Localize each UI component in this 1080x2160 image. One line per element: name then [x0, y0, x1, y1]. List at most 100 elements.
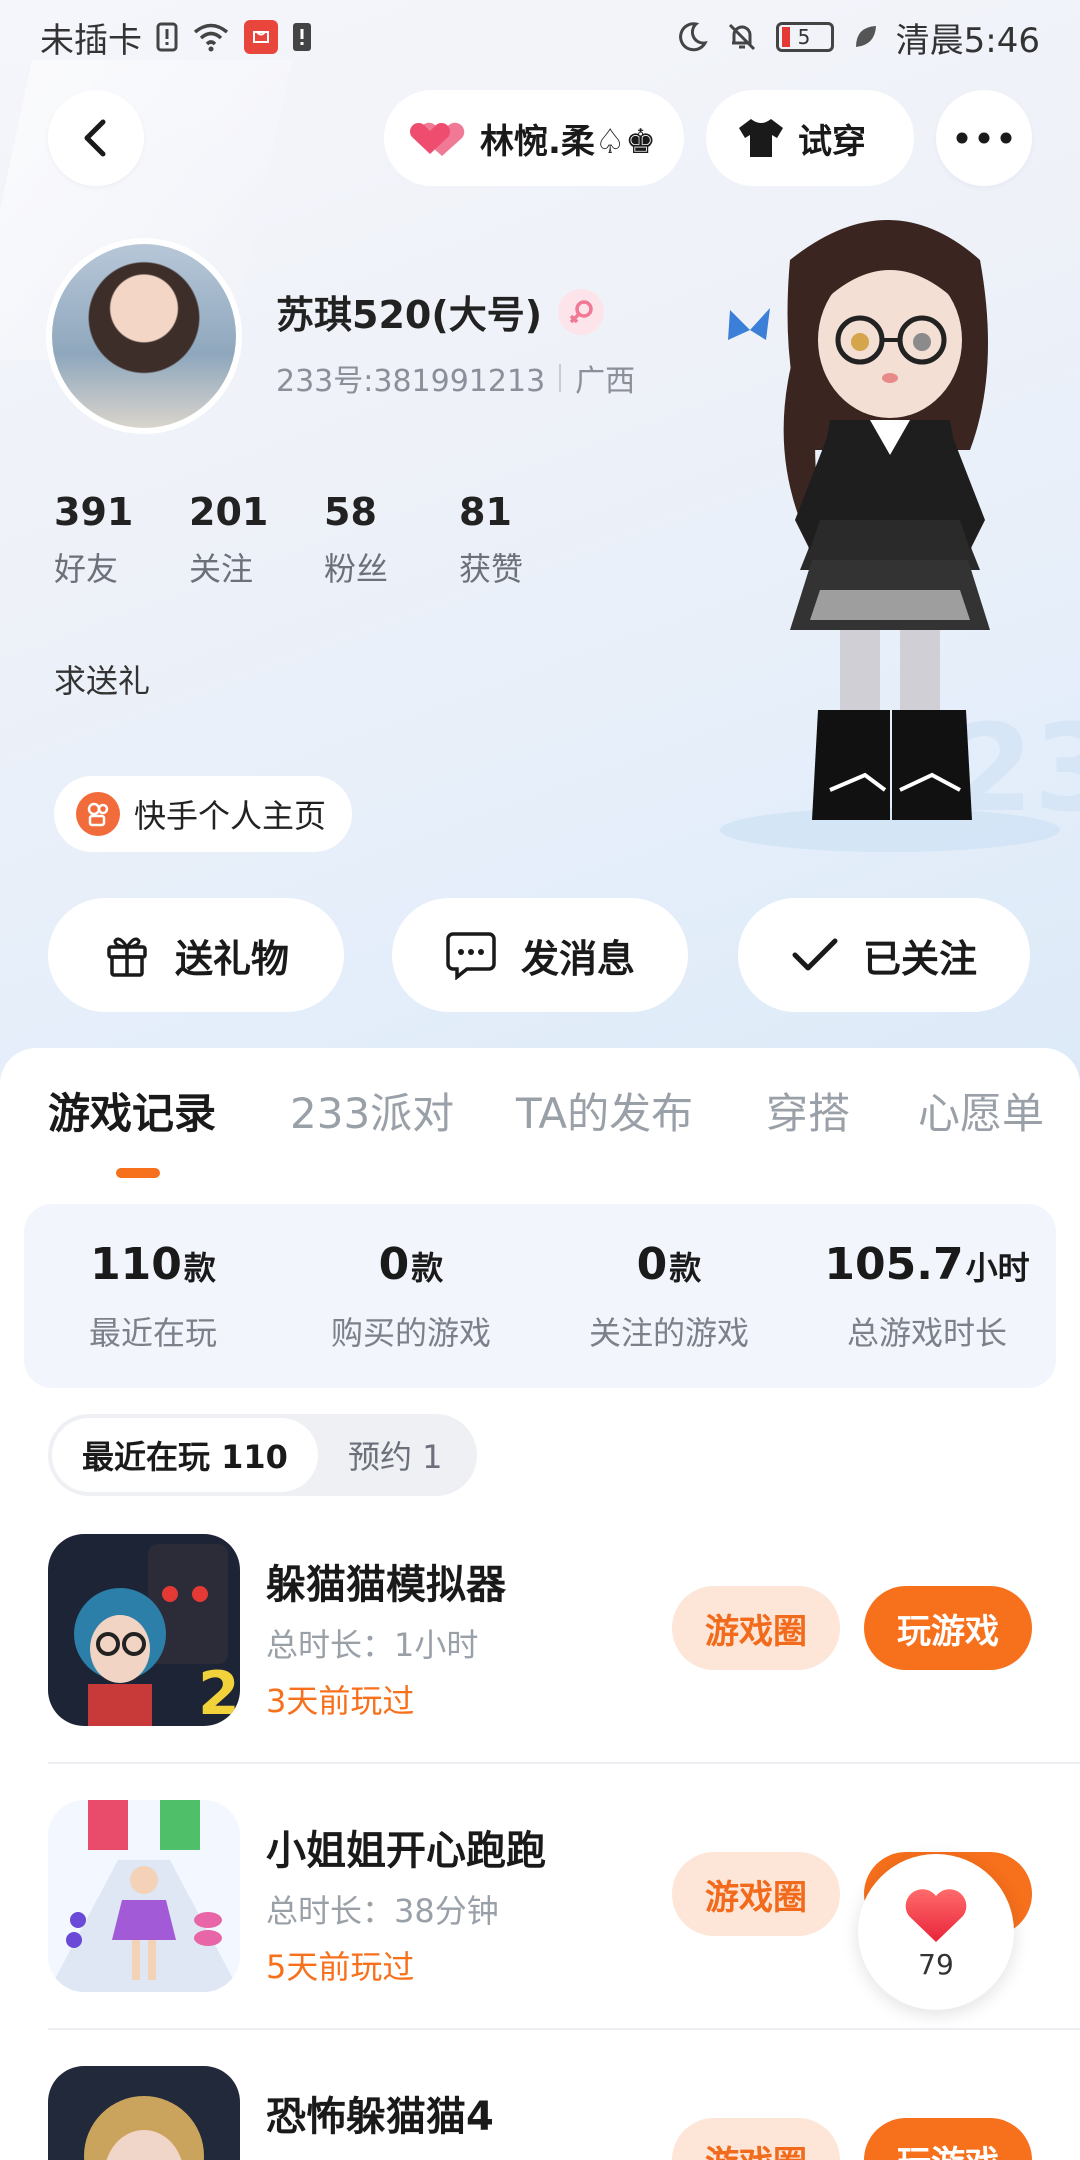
summary-unit: 款 — [183, 1248, 216, 1287]
summary-followed[interactable]: 0款 关注的游戏 — [540, 1204, 798, 1388]
leaf-icon — [852, 23, 878, 51]
profile-stats: 391 好友 201 关注 58 粉丝 81 获赞 — [40, 490, 580, 590]
carrier-text: 未插卡 — [40, 20, 142, 61]
summary-value: 0 — [636, 1238, 668, 1290]
game-duration: 总时长：9分钟 — [266, 2152, 478, 2160]
female-icon — [558, 288, 605, 335]
tab-game-records[interactable]: 游戏记录 — [48, 1080, 216, 1141]
summary-value: 0 — [378, 1238, 410, 1290]
user-bio: 求送礼 — [54, 662, 151, 700]
summary-value: 110 — [90, 1238, 182, 1290]
summary-label: 总游戏时长 — [846, 1313, 1007, 1352]
user-id: 233号:381991213 — [276, 364, 546, 399]
sim-alert-icon — [156, 22, 178, 52]
game-icon-horror-hide-seek — [48, 2066, 240, 2160]
summary-unit: 小时 — [965, 1248, 1030, 1287]
summary-unit: 款 — [411, 1248, 444, 1287]
double-heart-icon — [409, 122, 465, 156]
stat-value: 81 — [459, 490, 512, 534]
game-row[interactable]: 恐怖躲猫猫4 总时长：9分钟 游戏圈 玩游戏 — [48, 2066, 1080, 2160]
row-divider — [48, 1762, 1080, 1764]
summary-purchased[interactable]: 0款 购买的游戏 — [282, 1204, 540, 1388]
gift-icon — [107, 937, 147, 977]
tab-wishlist[interactable]: 心愿单 — [918, 1080, 1044, 1141]
stat-fans[interactable]: 58 粉丝 — [310, 490, 445, 590]
kuaishou-icon — [76, 792, 120, 836]
tab-outfits[interactable]: 穿搭 — [766, 1080, 850, 1141]
stat-value: 391 — [54, 490, 134, 534]
heart-icon — [905, 1888, 967, 1942]
summary-total-time[interactable]: 105.7 小时 总游戏时长 — [798, 1204, 1056, 1388]
more-dots-icon — [956, 132, 1012, 144]
followed-label: 已关注 — [862, 936, 977, 981]
active-tab-indicator — [116, 1168, 160, 1178]
game-last-played: 5天前玩过 — [266, 1948, 415, 1986]
game-icon-happy-run — [48, 1800, 240, 1992]
game-icon-hide-seek-sim: 2 — [48, 1534, 240, 1726]
summary-label: 最近在玩 — [88, 1313, 217, 1352]
game-circle-button[interactable]: 游戏圈 — [672, 2118, 840, 2160]
row-divider — [48, 2028, 1080, 2030]
avatar-3d-figure[interactable]: 233 — [700, 190, 1080, 870]
send-gift-button[interactable]: 送礼物 — [48, 898, 344, 1012]
profile-tabs: 游戏记录 233派对 TA的发布 穿搭 心愿单 — [0, 1080, 1080, 1190]
more-button[interactable] — [936, 90, 1032, 186]
like-count: 79 — [918, 1947, 954, 1981]
summary-label: 购买的游戏 — [330, 1313, 491, 1352]
message-bubble-icon — [446, 932, 496, 980]
user-region: 广西 — [575, 364, 636, 399]
back-button[interactable] — [48, 90, 144, 186]
stat-value: 201 — [189, 490, 269, 534]
stat-likes[interactable]: 81 获赞 — [445, 490, 580, 590]
tab-233-party[interactable]: 233派对 — [290, 1080, 454, 1141]
huawei-app-icon — [244, 20, 278, 54]
chevron-left-icon — [84, 119, 106, 157]
send-gift-label: 送礼物 — [174, 936, 289, 981]
summary-value: 105.7 — [824, 1238, 964, 1290]
game-circle-button[interactable]: 游戏圈 — [672, 1586, 840, 1670]
game-last-played: 3天前玩过 — [266, 1682, 415, 1720]
status-bar: 未插卡 5 清晨5:46 — [0, 0, 1080, 74]
game-title: 恐怖躲猫猫4 — [266, 2094, 494, 2140]
floating-like-button[interactable]: 79 — [858, 1854, 1014, 2010]
play-game-button[interactable]: 玩游戏 — [864, 2118, 1032, 2160]
id-divider — [559, 364, 562, 392]
stat-value: 58 — [324, 490, 377, 534]
stat-label: 关注 — [189, 550, 254, 588]
battery-icon: 5 — [775, 22, 834, 52]
followed-button[interactable]: 已关注 — [738, 898, 1030, 1012]
game-duration: 总时长：1小时 — [266, 1626, 479, 1664]
wifi-icon — [192, 22, 230, 52]
moon-icon — [676, 21, 708, 53]
game-row[interactable]: 2 躲猫猫模拟器 总时长：1小时 3天前玩过 游戏圈 玩游戏 — [48, 1534, 1080, 1726]
stat-label: 获赞 — [459, 550, 524, 588]
user-avatar[interactable] — [46, 238, 242, 434]
svg-text:2: 2 — [198, 1659, 240, 1726]
play-game-button[interactable]: 玩游戏 — [864, 1586, 1032, 1670]
game-circle-button[interactable]: 游戏圈 — [672, 1852, 840, 1936]
stat-label: 好友 — [54, 550, 119, 588]
kuaishou-label: 快手个人主页 — [134, 797, 327, 835]
game-title: 躲猫猫模拟器 — [266, 1562, 506, 1608]
summary-recent[interactable]: 110 款 最近在玩 — [24, 1204, 282, 1388]
segment-recent-playing[interactable]: 最近在玩 110 — [52, 1418, 318, 1492]
sim-alert-icon-2 — [292, 22, 312, 52]
segment-reservations[interactable]: 预约 1 — [318, 1418, 473, 1492]
game-summary-card: 110 款 最近在玩 0款 购买的游戏 0款 关注的游戏 105.7 小时 总游戏时… — [24, 1204, 1056, 1388]
stat-friends[interactable]: 391 好友 — [40, 490, 175, 590]
mute-bell-icon — [726, 21, 758, 53]
checkmark-icon — [792, 938, 838, 971]
stat-following[interactable]: 201 关注 — [175, 490, 310, 590]
status-time: 清晨5:46 — [895, 20, 1040, 61]
user-name: 苏琪520(大号) — [276, 293, 543, 337]
game-duration: 总时长：38分钟 — [266, 1892, 499, 1930]
battery-level: 5 — [797, 25, 811, 49]
partner-button[interactable]: 林惋.柔♤♚ — [384, 90, 684, 186]
tab-ta-posts[interactable]: TA的发布 — [516, 1080, 693, 1141]
summary-unit: 款 — [669, 1248, 702, 1287]
kuaishou-profile-link[interactable]: 快手个人主页 — [54, 776, 353, 852]
try-on-button[interactable]: 试穿 — [706, 90, 914, 186]
game-title: 小姐姐开心跑跑 — [266, 1828, 546, 1874]
send-message-button[interactable]: 发消息 — [392, 898, 688, 1012]
partner-name: 林惋.柔♤♚ — [480, 121, 656, 162]
